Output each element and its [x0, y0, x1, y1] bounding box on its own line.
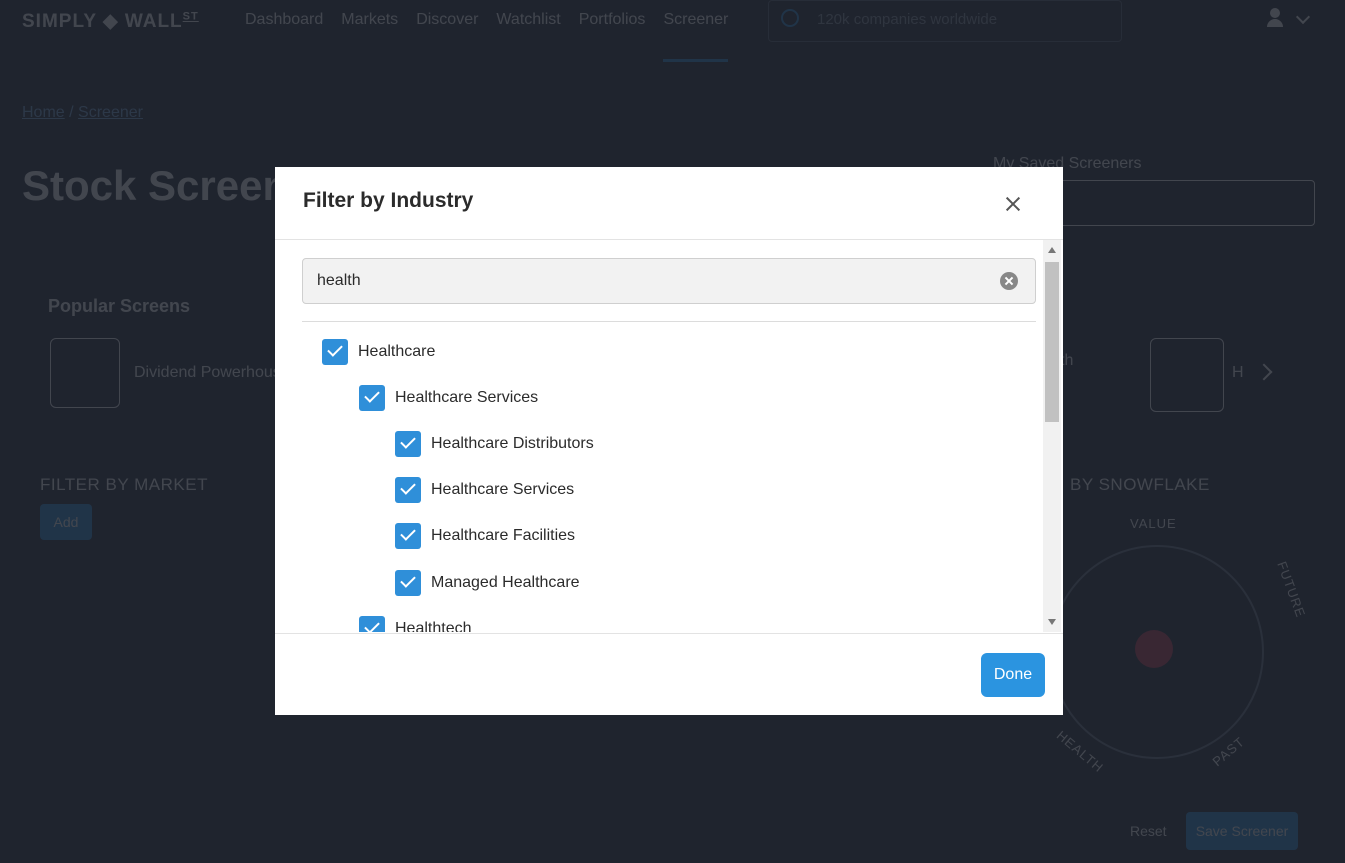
industry-row-healthcare-distributors[interactable]: Healthcare Distributors	[395, 430, 594, 458]
checkbox-checked-icon[interactable]	[395, 431, 421, 457]
industry-row-healthcare-facilities[interactable]: Healthcare Facilities	[395, 522, 575, 550]
scroll-down-arrow-icon[interactable]	[1048, 619, 1056, 625]
modal-scrollbar[interactable]	[1043, 240, 1061, 632]
industry-label: Healthtech	[395, 620, 472, 632]
checkbox-checked-icon[interactable]	[395, 523, 421, 549]
industry-label: Healthcare Services	[395, 389, 539, 406]
industry-row-healthcare-services-sub[interactable]: Healthcare Services	[395, 476, 574, 504]
industry-search-input[interactable]	[303, 259, 1011, 303]
industry-label: Managed Healthcare	[431, 574, 580, 591]
checkbox-checked-icon[interactable]	[395, 570, 421, 596]
scroll-thumb[interactable]	[1045, 262, 1059, 422]
modal-footer: Done	[275, 633, 1063, 716]
modal-header: Filter by Industry	[275, 167, 1063, 240]
industry-label: Healthcare Facilities	[431, 527, 576, 544]
modal-body: Healthcare Healthcare Services Healthcar…	[275, 240, 1063, 632]
filter-industry-modal: Filter by Industry Healthcare Healthcare…	[275, 167, 1063, 715]
industry-label: Healthcare Distributors	[431, 435, 594, 452]
modal-title: Filter by Industry	[303, 189, 474, 212]
scroll-up-arrow-icon[interactable]	[1048, 247, 1056, 253]
industry-row-managed-healthcare[interactable]: Managed Healthcare	[395, 569, 580, 597]
close-icon[interactable]	[1002, 193, 1024, 215]
done-button[interactable]: Done	[981, 653, 1045, 697]
divider	[302, 321, 1036, 322]
industry-label: Healthcare Services	[431, 481, 575, 498]
clear-search-icon[interactable]	[1000, 272, 1018, 290]
checkbox-checked-icon[interactable]	[359, 616, 385, 632]
industry-search-field	[302, 258, 1036, 304]
industry-row-healthtech[interactable]: Healthtech	[359, 615, 472, 632]
industry-row-healthcare[interactable]: Healthcare	[322, 338, 435, 366]
industry-label: Healthcare	[358, 343, 436, 360]
industry-row-healthcare-services[interactable]: Healthcare Services	[359, 384, 538, 412]
checkbox-checked-icon[interactable]	[359, 385, 385, 411]
checkbox-checked-icon[interactable]	[322, 339, 348, 365]
checkbox-checked-icon[interactable]	[395, 477, 421, 503]
